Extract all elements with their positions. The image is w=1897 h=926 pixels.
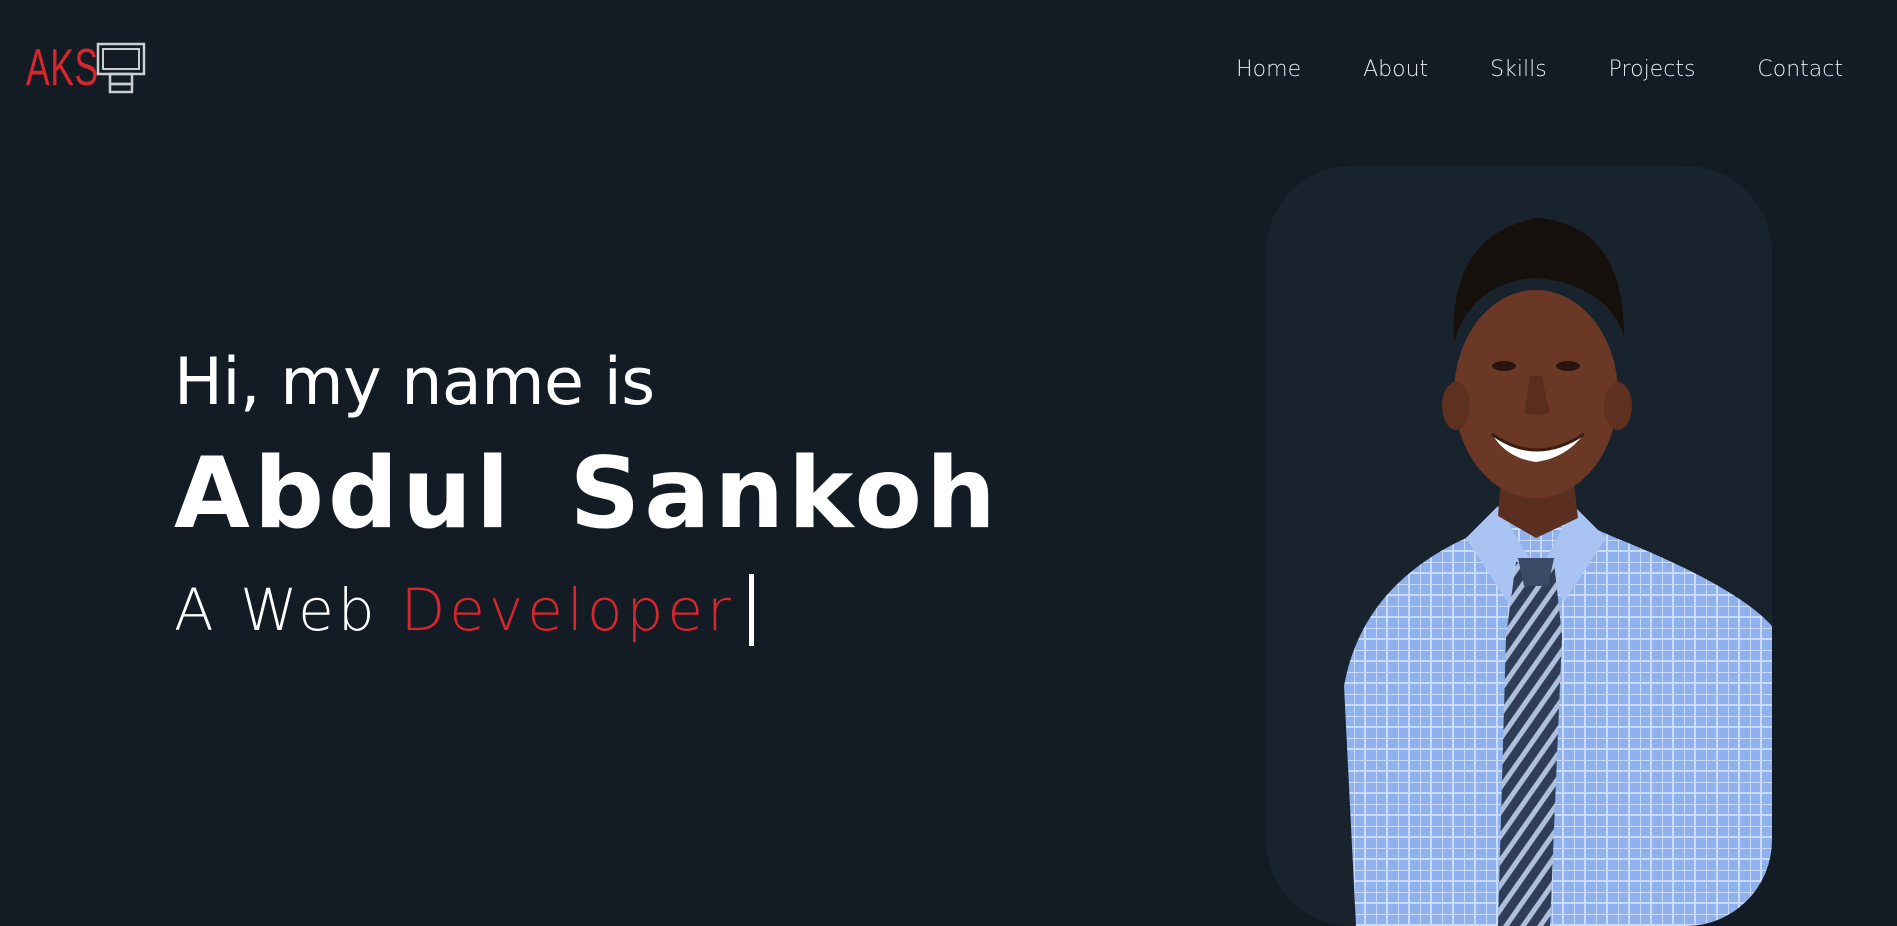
logo-text: AKS <box>26 39 99 97</box>
nav-contact[interactable]: Contact <box>1757 57 1843 82</box>
main-nav: Home About Skills Projects Contact <box>1236 57 1843 82</box>
nav-about[interactable]: About <box>1363 57 1428 82</box>
nav-home[interactable]: Home <box>1236 57 1301 82</box>
hero-name: Abdul Sankoh <box>174 437 1000 551</box>
role-prefix: A Web <box>174 576 379 644</box>
role-typed: Developer <box>400 576 735 644</box>
nav-skills[interactable]: Skills <box>1490 57 1547 82</box>
nav-projects[interactable]: Projects <box>1609 57 1696 82</box>
hero-role: A Web Developer <box>174 574 1000 646</box>
hero-section: Hi, my name is Abdul Sankoh A Web Develo… <box>174 340 1000 646</box>
monitor-icon <box>96 42 146 94</box>
portrait-photo <box>1266 166 1772 926</box>
portrait-illustration <box>1344 218 1772 926</box>
hero-greeting: Hi, my name is <box>174 345 655 420</box>
typing-cursor <box>748 574 754 646</box>
site-logo[interactable]: AKS <box>26 42 148 94</box>
